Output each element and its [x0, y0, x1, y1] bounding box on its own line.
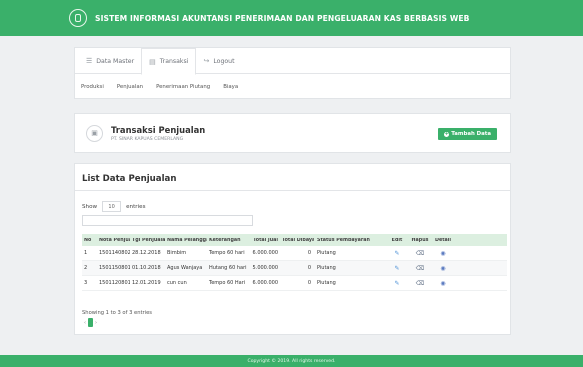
search-input[interactable]	[82, 215, 253, 226]
subnav-item-penjualan[interactable]: Penjualan	[117, 84, 143, 90]
footer: Copyright © 2019. All rights reserved.	[0, 355, 583, 367]
table-row: 1 1501140802 28.12.2018 Bimbim Tempo 60 …	[82, 246, 507, 261]
column-header[interactable]: Nota Penjualan	[97, 238, 130, 243]
tab-transaksi[interactable]: ▤ Transaksi	[141, 48, 197, 75]
edit-icon[interactable]: ✎	[394, 250, 399, 257]
column-header[interactable]: Total Dibayar	[280, 238, 314, 243]
document-icon: ▣	[86, 124, 103, 142]
copyright-text: Copyright © 2019. All rights reserved.	[247, 358, 336, 364]
cell-no: 1	[84, 250, 88, 256]
column-header[interactable]: Keterangan	[207, 238, 250, 243]
column-header[interactable]: Nama Pelanggan	[165, 238, 207, 243]
nav-tabs: ☰ Data Master ▤ Transaksi ↪ Logout	[75, 48, 510, 75]
column-header[interactable]: No	[82, 238, 97, 243]
list-card: List Data Penjualan Show 10 entries No N…	[74, 163, 511, 335]
column-header[interactable]: Total Jual	[250, 238, 280, 243]
cell-no: 3	[84, 280, 88, 286]
subnav-item-penerimaan-piutang[interactable]: Penerimaan Piutang	[156, 84, 210, 90]
sales-table: No Nota Penjualan Tgl Penjualan Nama Pel…	[82, 234, 507, 291]
prev-page-icon[interactable]: ‹	[84, 320, 86, 326]
tab-label: Logout	[213, 57, 235, 65]
add-data-button[interactable]: + Tambah Data	[438, 128, 497, 140]
table-header: No Nota Penjualan Tgl Penjualan Nama Pel…	[82, 234, 507, 246]
cell-total-dibayar: 0	[307, 265, 311, 271]
add-data-label: Tambah Data	[451, 131, 491, 137]
detail-icon[interactable]: ◉	[440, 280, 445, 287]
subnav-item-biaya[interactable]: Biaya	[223, 84, 238, 90]
users-icon: ☰	[86, 57, 93, 65]
cell-tanggal: 12.01.2019	[132, 280, 161, 286]
trash-icon[interactable]: ⌫	[416, 280, 424, 287]
cell-keterangan: Tempo 60 hari	[209, 250, 245, 256]
cell-no: 2	[84, 265, 88, 271]
app-header: SISTEM INFORMASI AKUNTANSI PENERIMAAN DA…	[0, 0, 583, 36]
cell-tanggal: 28.12.2018	[132, 250, 161, 256]
trash-icon[interactable]: ⌫	[416, 250, 424, 257]
cell-total-jual: 6.000.000	[252, 250, 278, 256]
app-title: SISTEM INFORMASI AKUNTANSI PENERIMAAN DA…	[95, 13, 470, 23]
cell-tanggal: 01.10.2018	[132, 265, 161, 271]
page-header-card: ▣ Transaksi Penjualan PT. SINAR KAPUAS C…	[74, 113, 511, 153]
cell-total-jual: 6.000.000	[252, 280, 278, 286]
tab-label: Data Master	[96, 57, 135, 65]
page-1-button[interactable]	[88, 318, 93, 327]
cell-status: Piutang	[317, 250, 336, 256]
page-title: Transaksi Penjualan	[111, 124, 206, 135]
cell-nota: 1501140802	[99, 250, 130, 256]
cell-nota: 1501120801	[99, 280, 130, 286]
detail-icon[interactable]: ◉	[440, 250, 445, 257]
list-title: List Data Penjualan	[82, 174, 177, 184]
tab-data-master[interactable]: ☰ Data Master	[79, 48, 141, 74]
table-row: 3 1501120801 12.01.2019 cun cun Tempo 60…	[82, 276, 507, 291]
show-entries: Show 10 entries	[82, 201, 145, 212]
column-header: Edit	[391, 237, 403, 243]
cell-keterangan: Hutang 60 hari	[209, 265, 247, 271]
desktop-icon: ▤	[149, 57, 156, 66]
column-header[interactable]: Tgl Penjualan	[130, 238, 165, 243]
show-label: Show	[82, 203, 98, 210]
edit-icon[interactable]: ✎	[394, 280, 399, 287]
column-header: Hapus	[411, 237, 429, 243]
subnav: Produksi Penjualan Penerimaan Piutang Bi…	[75, 74, 510, 99]
cell-total-dibayar: 0	[307, 250, 311, 256]
app-logo-icon	[69, 9, 87, 27]
tab-logout[interactable]: ↪ Logout	[196, 48, 241, 74]
detail-icon[interactable]: ◉	[440, 265, 445, 272]
plus-icon: +	[444, 130, 450, 137]
cell-status: Piutang	[317, 265, 336, 271]
tab-label: Transaksi	[159, 58, 189, 65]
navigation-card: ☰ Data Master ▤ Transaksi ↪ Logout Produ…	[74, 47, 511, 99]
cell-keterangan: Tempo 60 Hari	[209, 280, 246, 286]
table-info: Showing 1 to 3 of 3 entries	[82, 310, 153, 316]
entries-label: entries	[126, 203, 146, 210]
company-name: PT. SINAR KAPUAS CEMERLANG	[111, 136, 184, 142]
logout-icon: ↪	[203, 57, 210, 65]
table-row: 2 1501150801 01.10.2018 Agus Wanjaya Hut…	[82, 261, 507, 276]
edit-icon[interactable]: ✎	[394, 265, 399, 272]
cell-pelanggan: Bimbim	[167, 250, 187, 256]
pagination: ‹ ›	[84, 318, 97, 327]
cell-total-jual: 5.000.000	[252, 265, 278, 271]
trash-icon[interactable]: ⌫	[416, 265, 424, 272]
column-header[interactable]: Status Pembayaran	[314, 238, 386, 243]
subnav-item-produksi[interactable]: Produksi	[81, 84, 104, 90]
cell-status: Piutang	[317, 280, 336, 286]
divider	[75, 190, 510, 191]
cell-pelanggan: cun cun	[167, 280, 187, 286]
cell-nota: 1501150801	[99, 265, 130, 271]
cell-pelanggan: Agus Wanjaya	[167, 265, 203, 271]
column-header: Detail	[434, 237, 452, 243]
entries-select[interactable]: 10	[102, 201, 122, 212]
cell-total-dibayar: 0	[307, 280, 311, 286]
next-page-icon[interactable]: ›	[95, 320, 97, 326]
